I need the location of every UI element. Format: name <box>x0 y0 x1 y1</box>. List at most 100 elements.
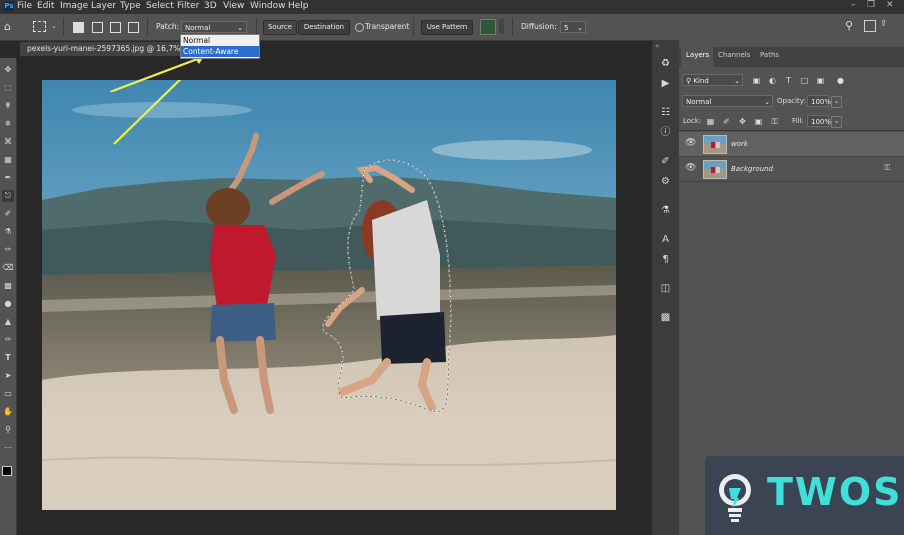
patch-option-content-aware[interactable]: Content-Aware <box>181 46 259 57</box>
layer-thumbnail <box>703 135 727 154</box>
adjustments-icon[interactable]: ☷ <box>659 106 672 119</box>
menu-file[interactable]: File <box>17 1 32 11</box>
opacity-chevron-icon[interactable]: ⌄ <box>831 96 842 108</box>
blend-mode-select[interactable]: Normal ⌄ <box>682 95 773 107</box>
more-tools-icon[interactable]: ⋯ <box>2 442 14 454</box>
type-tool-icon[interactable]: T <box>2 352 14 364</box>
source-button[interactable]: Source <box>263 20 297 35</box>
marquee-tool-icon[interactable]: ⬚ <box>2 82 14 94</box>
move-tool-icon[interactable]: ✥ <box>2 64 14 76</box>
properties-icon[interactable]: ⚙ <box>659 175 672 188</box>
shape-tool-icon[interactable]: ▭ <box>2 388 14 400</box>
patch-tool-icon[interactable] <box>33 21 46 32</box>
new-selection-icon[interactable] <box>73 22 84 33</box>
pen-tool-icon[interactable]: ✑ <box>2 334 14 346</box>
path-selection-tool-icon[interactable]: ➤ <box>2 370 14 382</box>
clone-source-icon[interactable]: ⚗ <box>659 204 672 217</box>
restore-icon[interactable]: ❐ <box>867 0 875 10</box>
crop-tool-icon[interactable]: ⌘ <box>2 136 14 148</box>
healing-brush-tool-icon[interactable]: ⎋ <box>2 190 14 202</box>
destination-button[interactable]: Destination <box>298 20 350 35</box>
eraser-tool-icon[interactable]: ⌫ <box>2 262 14 274</box>
swatches-icon[interactable]: ▩ <box>659 311 672 324</box>
3d-icon[interactable]: ◫ <box>659 282 672 295</box>
layer-row-work[interactable]: 👁 work <box>679 132 904 157</box>
lock-all-icon[interactable]: ⚿ <box>770 117 779 126</box>
clone-stamp-tool-icon[interactable]: ⚗ <box>2 226 14 238</box>
menu-layer[interactable]: Layer <box>91 1 116 11</box>
share-icon[interactable]: ⇪ <box>880 19 888 29</box>
brush-tool-icon[interactable]: ✐ <box>2 208 14 220</box>
tab-layers[interactable]: Layers <box>686 51 709 59</box>
home-icon[interactable]: ⌂ <box>4 20 11 33</box>
history-brush-tool-icon[interactable]: ✑ <box>2 244 14 256</box>
intersect-selection-icon[interactable] <box>128 22 139 33</box>
foreground-color-swatch[interactable] <box>2 466 12 476</box>
lock-transparent-pixels-icon[interactable]: ▦ <box>706 117 715 126</box>
blur-tool-icon[interactable]: ● <box>2 298 14 310</box>
actions-play-icon[interactable]: ▶ <box>659 77 672 90</box>
filter-pixel-icon[interactable]: ▣ <box>752 76 761 85</box>
menu-filter[interactable]: Filter <box>177 1 199 11</box>
filter-type-icon[interactable]: T <box>784 76 793 85</box>
menu-select[interactable]: Select <box>146 1 174 11</box>
layer-filter-select[interactable]: ⚲ Kind ⌄ <box>682 74 743 86</box>
tab-paths[interactable]: Paths <box>760 51 779 59</box>
transparent-checkbox[interactable] <box>355 23 364 32</box>
dodge-tool-icon[interactable]: ▲ <box>2 316 14 328</box>
menu-3d[interactable]: 3D <box>204 1 217 11</box>
minimize-icon[interactable]: – <box>851 0 856 10</box>
filter-shape-icon[interactable]: □ <box>800 76 809 85</box>
layer-row-background[interactable]: 👁 Background ⚿ <box>679 157 904 182</box>
layer-name: Background <box>731 165 773 173</box>
zoom-tool-icon[interactable]: ⚲ <box>2 424 14 436</box>
menu-edit[interactable]: Edit <box>37 1 54 11</box>
menu-image[interactable]: Image <box>60 1 88 11</box>
lock-image-pixels-icon[interactable]: ✐ <box>722 117 731 126</box>
paragraph-icon[interactable]: ¶ <box>659 253 672 266</box>
menu-window[interactable]: Window <box>250 1 286 11</box>
chevron-down-icon: ⌄ <box>577 24 583 32</box>
menu-view[interactable]: View <box>223 1 244 11</box>
character-icon[interactable]: A <box>659 233 672 246</box>
collapse-chevron-icon[interactable]: « <box>655 42 659 50</box>
opacity-input[interactable]: 100% <box>807 95 831 107</box>
eye-icon[interactable]: 👁 <box>685 138 696 148</box>
subtract-from-selection-icon[interactable] <box>110 22 121 33</box>
info-icon[interactable]: ⓘ <box>659 126 672 139</box>
filter-smart-object-icon[interactable]: ▣ <box>816 76 825 85</box>
lock-artboard-icon[interactable]: ▣ <box>754 117 763 126</box>
frame-tool-icon[interactable]: ▦ <box>2 154 14 166</box>
canvas-photo[interactable] <box>42 80 616 510</box>
lock-position-icon[interactable]: ✥ <box>738 117 747 126</box>
lock-icon: ⚿ <box>884 163 891 172</box>
pattern-swatch[interactable] <box>480 19 496 35</box>
chevron-down-icon: ⌄ <box>237 24 243 32</box>
eyedropper-tool-icon[interactable]: ✒ <box>2 172 14 184</box>
patch-mode-select[interactable]: Normal ⌄ <box>181 21 247 33</box>
tool-preset-chevron-icon[interactable]: ⌄ <box>51 22 57 30</box>
hand-tool-icon[interactable]: ✋ <box>2 406 14 418</box>
patch-option-normal[interactable]: Normal <box>181 35 259 46</box>
filter-toggle-icon[interactable]: ● <box>836 76 845 85</box>
pattern-picker-chevron-icon[interactable] <box>499 19 504 33</box>
lock-label: Lock: <box>683 117 702 125</box>
tab-channels[interactable]: Channels <box>718 51 750 59</box>
fill-input[interactable]: 100% <box>807 115 831 127</box>
fill-chevron-icon[interactable]: ⌄ <box>831 116 842 128</box>
add-to-selection-icon[interactable] <box>92 22 103 33</box>
lasso-tool-icon[interactable]: ✟ <box>2 100 14 112</box>
menu-help[interactable]: Help <box>288 1 309 11</box>
brush-settings-icon[interactable]: ✐ <box>659 155 672 168</box>
workspace-icon[interactable] <box>864 20 876 32</box>
eye-icon[interactable]: 👁 <box>685 163 696 173</box>
filter-adjustment-icon[interactable]: ◐ <box>768 76 777 85</box>
history-icon[interactable]: ♻ <box>659 57 672 70</box>
diffusion-select[interactable]: 5 ⌄ <box>560 21 586 33</box>
menu-type[interactable]: Type <box>120 1 141 11</box>
gradient-tool-icon[interactable]: ▩ <box>2 280 14 292</box>
quick-select-tool-icon[interactable]: ✵ <box>2 118 14 130</box>
search-icon[interactable]: ⚲ <box>845 19 853 32</box>
close-icon[interactable]: ✕ <box>886 0 894 10</box>
use-pattern-button[interactable]: Use Pattern <box>421 20 473 35</box>
